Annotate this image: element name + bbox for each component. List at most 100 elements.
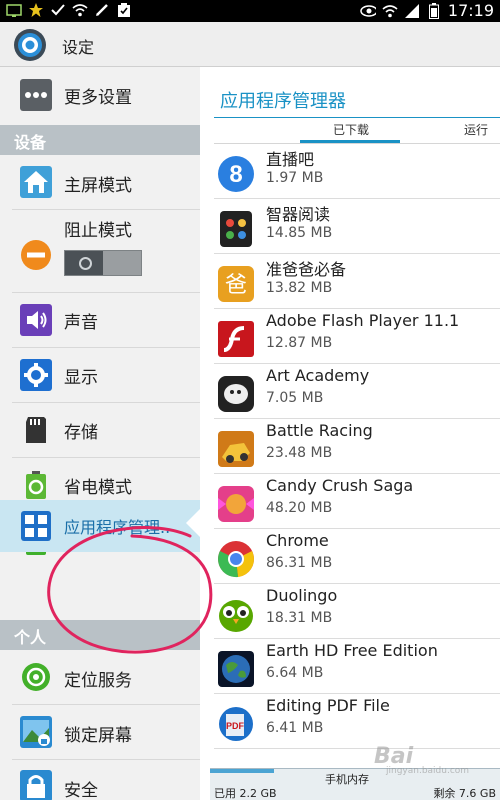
location-icon — [20, 661, 52, 693]
app-list-item[interactable]: Earth HD Free Edition 6.64 MB — [200, 639, 500, 694]
title-bar: 设定 — [0, 22, 500, 67]
tab-running[interactable]: 运行 — [464, 121, 488, 138]
section-header-personal: 个人 — [0, 620, 200, 650]
check-icon — [50, 2, 66, 18]
app-size: 86.31 MB — [266, 555, 333, 571]
app-list-item[interactable]: Adobe Flash Player 11.1 12.87 MB — [200, 309, 500, 364]
sidebar-item-app-manager[interactable]: 应用程序管理.. — [0, 500, 200, 552]
page-title: 设定 — [62, 38, 95, 57]
panel-title: 应用程序管理器 — [220, 91, 346, 112]
pdf-icon: PDF — [216, 704, 256, 744]
watermark: Bai jingyan.baidu.com — [374, 744, 470, 776]
cell-signal-icon — [404, 3, 420, 19]
block-icon — [20, 239, 52, 271]
sidebar-item-label: 声音 — [64, 313, 98, 333]
storage-used: 已用 2.2 GB — [214, 787, 277, 800]
recycle-battery-icon — [20, 469, 52, 501]
padlock-icon — [20, 770, 52, 800]
svg-text:PDF: PDF — [226, 721, 245, 731]
clipboard-check-icon — [116, 2, 132, 18]
app-name: Battle Racing — [266, 421, 373, 440]
block-mode-toggle[interactable] — [64, 250, 142, 276]
sidebar-item-label: 更多设置 — [64, 88, 132, 108]
sidebar-item-label: 显示 — [64, 368, 98, 388]
app-list-item[interactable]: Candy Crush Saga 48.20 MB — [200, 474, 500, 529]
clock: 17:19 — [447, 1, 494, 20]
app-list-item[interactable]: PDF Editing PDF File 6.41 MB — [200, 694, 500, 749]
sidebar-item-label: 锁定屏幕 — [64, 726, 132, 746]
app-list-item[interactable]: 8 直播吧 1.97 MB — [200, 144, 500, 199]
speaker-icon — [20, 304, 52, 336]
star-icon — [28, 2, 44, 18]
earth-icon — [216, 649, 256, 689]
sidebar-item-label: 存储 — [64, 423, 98, 443]
status-bar: 17:19 — [0, 0, 500, 22]
sidebar-item-label: 主屏模式 — [64, 176, 132, 196]
tab-downloaded[interactable]: 已下载 — [333, 121, 369, 138]
app-size: 18.31 MB — [266, 610, 333, 626]
storage-used-fill — [210, 769, 274, 773]
sidebar-item-location[interactable]: 定位服务 — [0, 650, 200, 704]
app-grid-icon — [20, 510, 52, 542]
sidebar-item-label: 省电模式 — [64, 478, 132, 498]
svg-text:爸: 爸 — [225, 273, 247, 298]
app-name: Adobe Flash Player 11.1 — [266, 311, 460, 330]
sidebar-item-label: 阻止模式 — [64, 221, 132, 241]
pencil-icon — [94, 2, 110, 18]
svg-text:8: 8 — [229, 161, 242, 188]
sidebar-item-lock-screen[interactable]: 锁定屏幕 — [0, 705, 200, 759]
sidebar-item-more-settings[interactable]: 更多设置 — [0, 67, 200, 123]
sidebar-item-label: 安全 — [64, 781, 98, 800]
sidebar-item-sound[interactable]: 声音 — [0, 293, 200, 347]
art-academy-icon — [216, 374, 256, 414]
sd-card-icon — [20, 414, 52, 446]
app-name: Art Academy — [266, 366, 370, 385]
app-manager-panel: 应用程序管理器 已下载 运行 8 直播吧 1.97 MB 智器阅读 14.85 MB 爸准… — [200, 67, 500, 800]
flash-icon — [216, 319, 256, 359]
app-size: 1.97 MB — [266, 170, 324, 186]
wifi-signal-icon — [382, 3, 398, 19]
app-name: 准爸爸必备 — [266, 260, 347, 279]
battery-icon — [426, 3, 442, 19]
sidebar-item-security[interactable]: 安全 — [0, 760, 200, 800]
settings-gear-icon[interactable] — [12, 27, 48, 63]
dad-icon: 爸 — [216, 264, 256, 304]
sidebar-item-display[interactable]: 显示 — [0, 348, 200, 402]
screen-icon — [6, 2, 22, 18]
app-name: 智器阅读 — [266, 205, 331, 224]
app-size: 7.05 MB — [266, 390, 324, 406]
storage-title: 手机内存 — [325, 773, 369, 786]
app-size: 12.87 MB — [266, 335, 333, 351]
duolingo-icon — [216, 594, 256, 634]
app-name: Earth HD Free Edition — [266, 641, 438, 660]
selection-arrow — [186, 509, 200, 537]
home-icon — [20, 166, 52, 198]
sidebar-item-label: 应用程序管理.. — [64, 518, 171, 537]
more-dots-icon — [20, 79, 52, 111]
display-gear-icon — [20, 359, 52, 391]
app-list-item[interactable]: Battle Racing 23.48 MB — [200, 419, 500, 474]
app-name: Candy Crush Saga — [266, 476, 414, 495]
app-size: 48.20 MB — [266, 500, 333, 516]
app-name: Chrome — [266, 531, 329, 550]
app-list-item[interactable]: 智器阅读 14.85 MB — [200, 199, 500, 254]
app-list-item[interactable]: Duolingo 18.31 MB — [200, 584, 500, 639]
section-header-device: 设备 — [0, 125, 200, 155]
app-list-item[interactable]: Art Academy 7.05 MB — [200, 364, 500, 419]
sidebar-item-home-mode[interactable]: 主屏模式 — [0, 155, 200, 209]
wifi-icon — [72, 2, 88, 18]
app-list-item[interactable]: 爸准爸爸必备 13.82 MB — [200, 254, 500, 309]
app-name: Editing PDF File — [266, 696, 390, 715]
app-size: 14.85 MB — [266, 225, 333, 241]
candy-crush-icon — [216, 484, 256, 524]
app-list-item[interactable]: Chrome 86.31 MB — [200, 529, 500, 584]
storage-free: 剩余 7.6 GB — [433, 787, 496, 800]
sidebar-item-storage[interactable]: 存储 — [0, 403, 200, 457]
sidebar-item-label: 定位服务 — [64, 671, 132, 691]
reader-icon — [216, 209, 256, 249]
app-name: 直播吧 — [266, 150, 315, 169]
app-size: 23.48 MB — [266, 445, 333, 461]
eye-icon — [360, 3, 376, 19]
zhibo8-icon: 8 — [216, 154, 256, 194]
chrome-icon — [216, 539, 256, 579]
